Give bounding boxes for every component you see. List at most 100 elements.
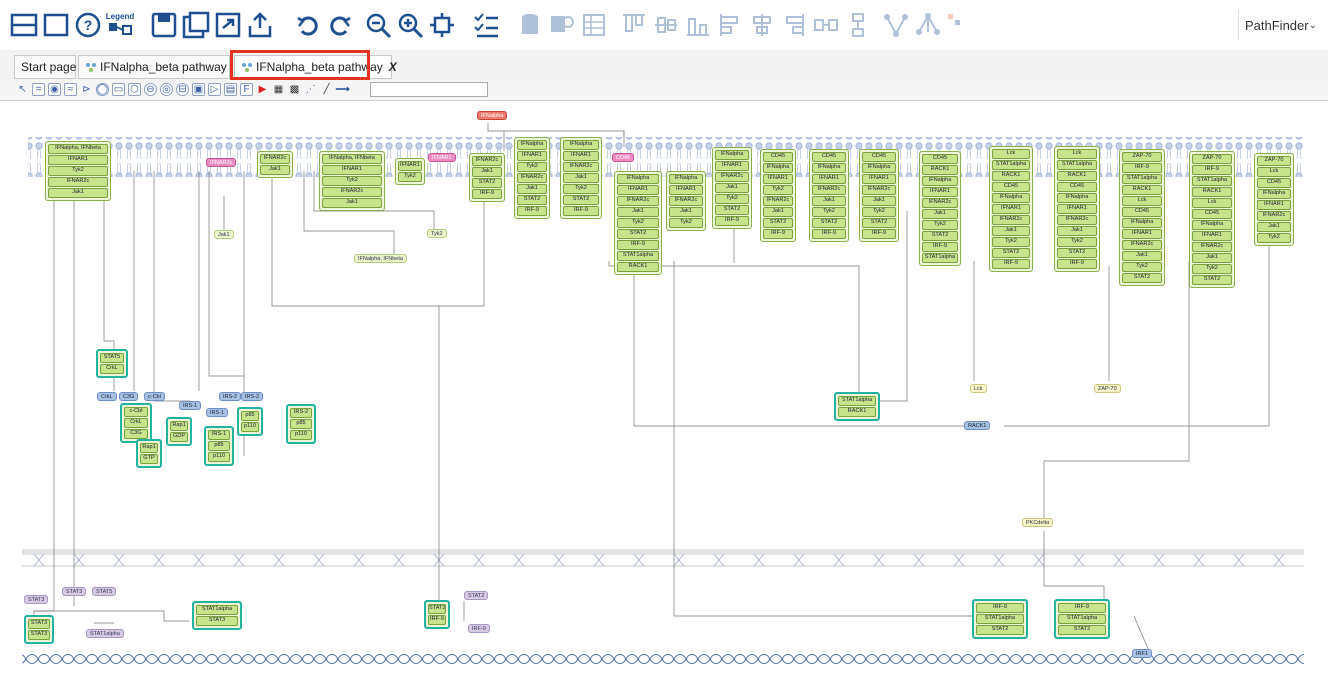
stat3-label[interactable]: STAT3 [62,587,87,596]
rect-icon[interactable]: ▭ [112,83,125,96]
complex-component[interactable]: IFNAR2c [48,177,108,187]
complex-component[interactable]: C3G [124,429,148,439]
complex-component[interactable]: IFNAR1 [862,174,896,184]
distribute-v-icon[interactable] [842,9,874,41]
protein-icon[interactable]: ▤ [224,83,237,96]
table-icon[interactable]: ▦ [272,83,285,96]
complex-c8[interactable]: IFNalpha IFNAR1 IFNAR2c Jak1 Tyk2 STAT2 IRF-9 S… [614,171,662,275]
complex-component[interactable]: IRF-9 [976,603,1024,613]
source-icon[interactable]: ◎ [160,83,173,96]
complex-c32[interactable]: IRF-9 STAT1alpha STAT2 [1054,599,1110,639]
complex-component[interactable]: Tyk2 [48,166,108,176]
complex-c23[interactable]: Rap1 GTP [136,439,162,468]
complex-component[interactable]: CD45 [1057,182,1097,192]
complex-component[interactable]: CD45 [812,152,846,162]
complex-component[interactable]: IFNAR1 [669,185,703,195]
complex-component[interactable]: STAT2 [1058,625,1106,635]
tyk2-label[interactable]: Tyk2 [427,229,447,238]
complex-component[interactable]: c-Cbl [124,407,148,417]
lck-label[interactable]: Lck [970,384,987,393]
complex-c10[interactable]: IFNalpha IFNAR1 IFNAR2c Jak1 Tyk2 STAT2 IRF-9 [712,147,752,229]
complex-component[interactable]: p110 [241,422,259,432]
complex-component[interactable]: Tyk2 [1057,237,1097,247]
complex-c6[interactable]: IFNalpha IFNAR1 Tyk2 IFNAR2c Jak1 STAT2 IRF-9 [514,137,550,219]
stat5-label[interactable]: STAT5 [92,587,117,596]
complex-component[interactable]: IFNAR1 [1057,204,1097,214]
redo-icon[interactable] [324,9,356,41]
grid-icon[interactable] [578,9,610,41]
hexagon-icon[interactable]: ⬡ [128,83,141,96]
complex-component[interactable]: Jak1 [1192,253,1232,263]
stat1alpha-label[interactable]: STAT1alpha [86,629,124,638]
complex-component[interactable]: IFNAR2c [260,154,290,164]
complex-c20[interactable]: STAT5 CrkL [96,349,128,378]
complex-c2[interactable]: IFNAR2c Jak1 [257,151,293,178]
complex-c9[interactable]: IFNalpha IFNAR1 IFNAR2c Jak1 Tyk2 [666,171,706,231]
complex-component[interactable]: CD45 [763,152,793,162]
complex-component[interactable]: IFNAR2c [812,185,846,195]
complex-component[interactable]: Jak1 [517,184,547,194]
complex-c5[interactable]: IFNAR2c Jak1 STAT2 IRF-9 [469,153,505,202]
jak1-label[interactable]: Jak1 [214,230,234,239]
line-icon[interactable]: ╱ [320,83,333,96]
complex-component[interactable]: IFNAR1 [1122,229,1162,239]
c3g-label[interactable]: C3G [119,392,139,401]
complex-component[interactable]: IRS-2 [290,408,312,418]
complex-c17[interactable]: ZAP-70 IRF-9 STAT1alpha RACK1 Lck CD45 IFNalph… [1119,149,1165,286]
complex-component[interactable]: IRF-9 [1192,165,1232,175]
complex-c4[interactable]: IFNAR1 Tyk2 [395,158,425,185]
reaction-icon[interactable]: ⊳ [80,83,93,96]
complex-component[interactable]: IFNAR2c [563,162,599,172]
complex-component[interactable]: STAT1alpha [1058,614,1106,624]
upload-icon[interactable] [244,9,276,41]
complex-c11[interactable]: CD45 IFNalpha IFNAR1 Tyk2 IFNAR2c Jak1 STAT2 IR… [760,149,796,242]
complex-component[interactable]: IFNAR1 [992,204,1030,214]
rna-icon[interactable]: ▷ [208,83,221,96]
complex-component[interactable]: IFNAR2c [1257,211,1291,221]
degradation-icon[interactable]: ⊖ [144,83,157,96]
complex-component[interactable]: IFNalpha [1057,193,1097,203]
irs1-label-2[interactable]: IRS-1 [206,408,229,417]
complex-component[interactable]: p85 [290,419,312,429]
complex-component[interactable]: Tyk2 [669,218,703,228]
stat3-label-2[interactable]: STAT3 [24,595,49,604]
complex-component[interactable]: Tyk2 [398,172,422,182]
complex-component[interactable]: ZAP-70 [1192,154,1232,164]
complex-component[interactable]: Jak1 [812,196,846,206]
ifnar1-label[interactable]: IFNAR1 [428,153,456,162]
complex-component[interactable]: IFNAR1 [48,155,108,165]
complex-c14[interactable]: CD45 RACK1 IFNalpha IFNAR1 IFNAR2c Jak1 Tyk2 ST… [919,151,961,266]
database-icon[interactable] [514,9,546,41]
complex-component[interactable]: Jak1 [563,173,599,183]
complex-component[interactable]: STAT3 [28,630,50,640]
gene-icon[interactable]: ▣ [192,83,205,96]
complex-c30[interactable]: STAT2 IRF-9 [424,600,450,629]
complex-component[interactable]: STAT2 [763,218,793,228]
complex-component[interactable]: IFNalpha [617,174,659,184]
stat2-label[interactable]: STAT2 [464,591,489,600]
complex-c28[interactable]: STAT3 STAT3 [24,615,54,644]
complex-component[interactable]: IFNalpha [1257,189,1291,199]
complex-component[interactable]: IFNalpha [517,140,547,150]
complex-component[interactable]: IFNAR1 [715,161,749,171]
complex-component[interactable]: IFNalpha [992,193,1030,203]
complex-component[interactable]: STAT2 [472,178,502,188]
complex-component[interactable]: Tyk2 [1122,262,1162,272]
arrow-icon[interactable]: ⟶ [335,83,349,96]
undo-icon[interactable] [292,9,324,41]
complex-component[interactable]: Rap1 [140,443,158,453]
complex-component[interactable]: IRF-9 [1057,259,1097,269]
complex-component[interactable]: CD45 [992,182,1030,192]
complex-component[interactable]: IFNAR1 [617,185,659,195]
complex-component[interactable]: Tyk2 [992,237,1030,247]
crkl-label[interactable]: CrkL [97,392,117,401]
complex-component[interactable]: IFNAR1 [563,151,599,161]
complex-component[interactable]: STAT2 [976,625,1024,635]
align-left-icon[interactable] [714,9,746,41]
complex-component[interactable]: Jak1 [322,198,382,208]
complex-component[interactable]: Tyk2 [563,184,599,194]
complex-component[interactable]: IFNAR2c [1192,242,1232,252]
complex-component[interactable]: STAT1alpha [976,614,1024,624]
dashed-line-icon[interactable]: ⋰ [304,83,317,96]
complex-component[interactable]: Jak1 [992,226,1030,236]
